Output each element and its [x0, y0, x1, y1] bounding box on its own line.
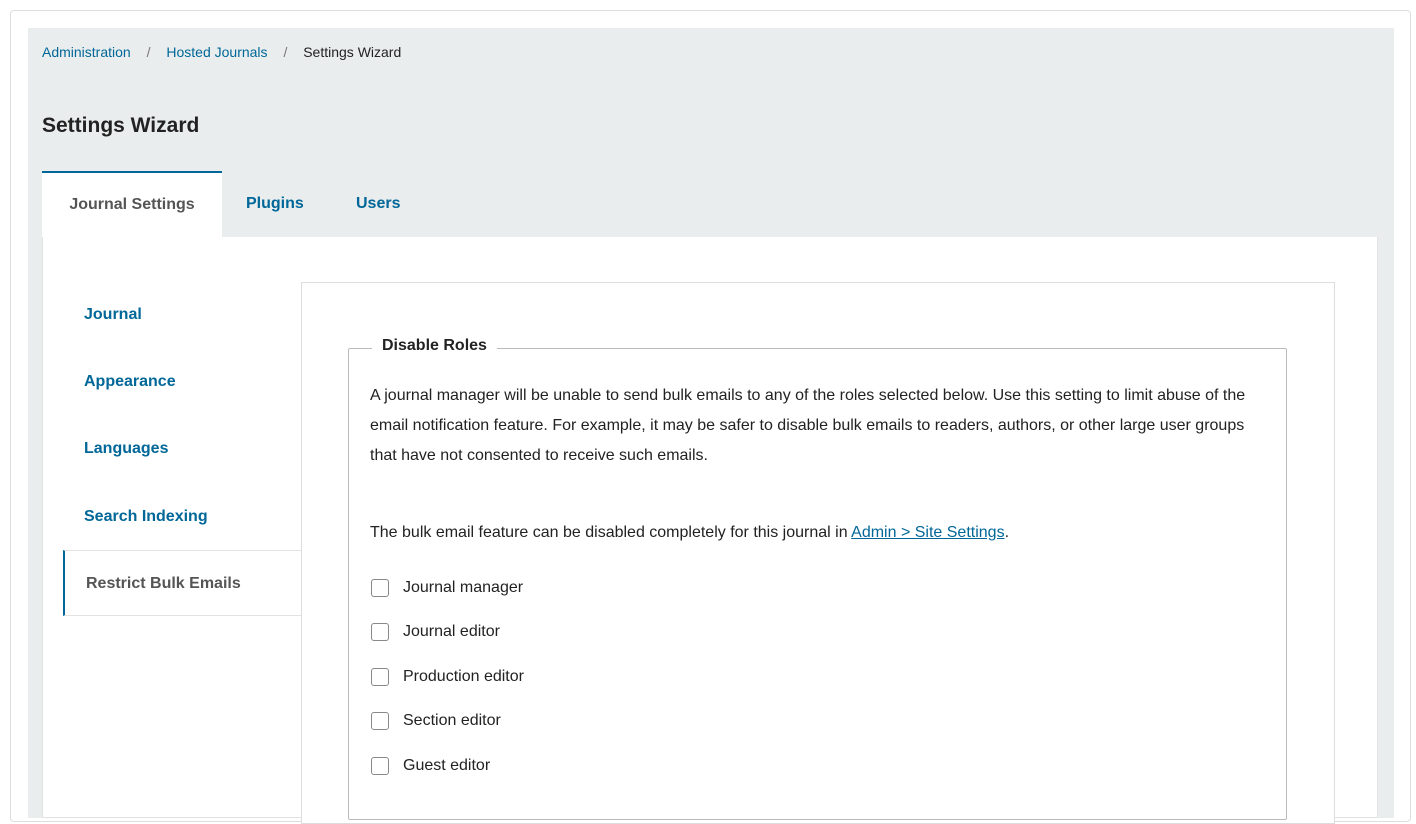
breadcrumb-separator: /: [146, 44, 151, 60]
disable-roles-legend: Disable Roles: [372, 337, 497, 355]
disable-roles-description: A journal manager will be unable to send…: [370, 387, 1246, 464]
breadcrumb-separator: /: [283, 44, 288, 60]
site-settings-link[interactable]: Admin > Site Settings: [851, 524, 1004, 541]
role-option-journal-editor[interactable]: Journal editor: [371, 622, 500, 642]
tab-plugins[interactable]: Plugins: [246, 171, 304, 238]
role-option-guest-editor[interactable]: Guest editor: [371, 756, 490, 776]
bulk-email-note-suffix: .: [1004, 524, 1010, 541]
tab-journal-settings[interactable]: Journal Settings: [42, 171, 222, 238]
breadcrumb: Administration / Hosted Journals / Setti…: [42, 44, 401, 60]
side-nav-restrict-bulk-emails[interactable]: Restrict Bulk Emails: [63, 550, 301, 616]
role-option-journal-manager[interactable]: Journal manager: [371, 578, 523, 598]
page-title: Settings Wizard: [42, 114, 200, 137]
side-nav-languages[interactable]: Languages: [63, 416, 301, 482]
side-nav-journal[interactable]: Journal: [63, 282, 301, 348]
side-nav-appearance[interactable]: Appearance: [63, 349, 301, 415]
checkbox[interactable]: [371, 623, 389, 641]
role-label: Production editor: [403, 668, 524, 685]
role-label: Section editor: [403, 712, 501, 729]
role-label: Journal manager: [403, 579, 524, 596]
checkbox[interactable]: [371, 757, 389, 775]
side-nav-search-indexing[interactable]: Search Indexing: [63, 484, 301, 550]
checkbox[interactable]: [371, 579, 389, 597]
breadcrumb-administration[interactable]: Administration: [42, 44, 131, 60]
role-option-section-editor[interactable]: Section editor: [371, 711, 501, 731]
role-label: Guest editor: [403, 757, 491, 774]
bulk-email-note: The bulk email feature can be disabled c…: [370, 518, 1270, 548]
tab-users[interactable]: Users: [356, 171, 400, 238]
breadcrumb-current: Settings Wizard: [303, 44, 402, 60]
bulk-email-note-text: The bulk email feature can be disabled c…: [370, 524, 852, 541]
checkbox[interactable]: [371, 712, 389, 730]
checkbox[interactable]: [371, 668, 389, 686]
breadcrumb-hosted-journals[interactable]: Hosted Journals: [166, 44, 267, 60]
role-label: Journal editor: [403, 623, 500, 640]
role-option-production-editor[interactable]: Production editor: [371, 667, 524, 687]
